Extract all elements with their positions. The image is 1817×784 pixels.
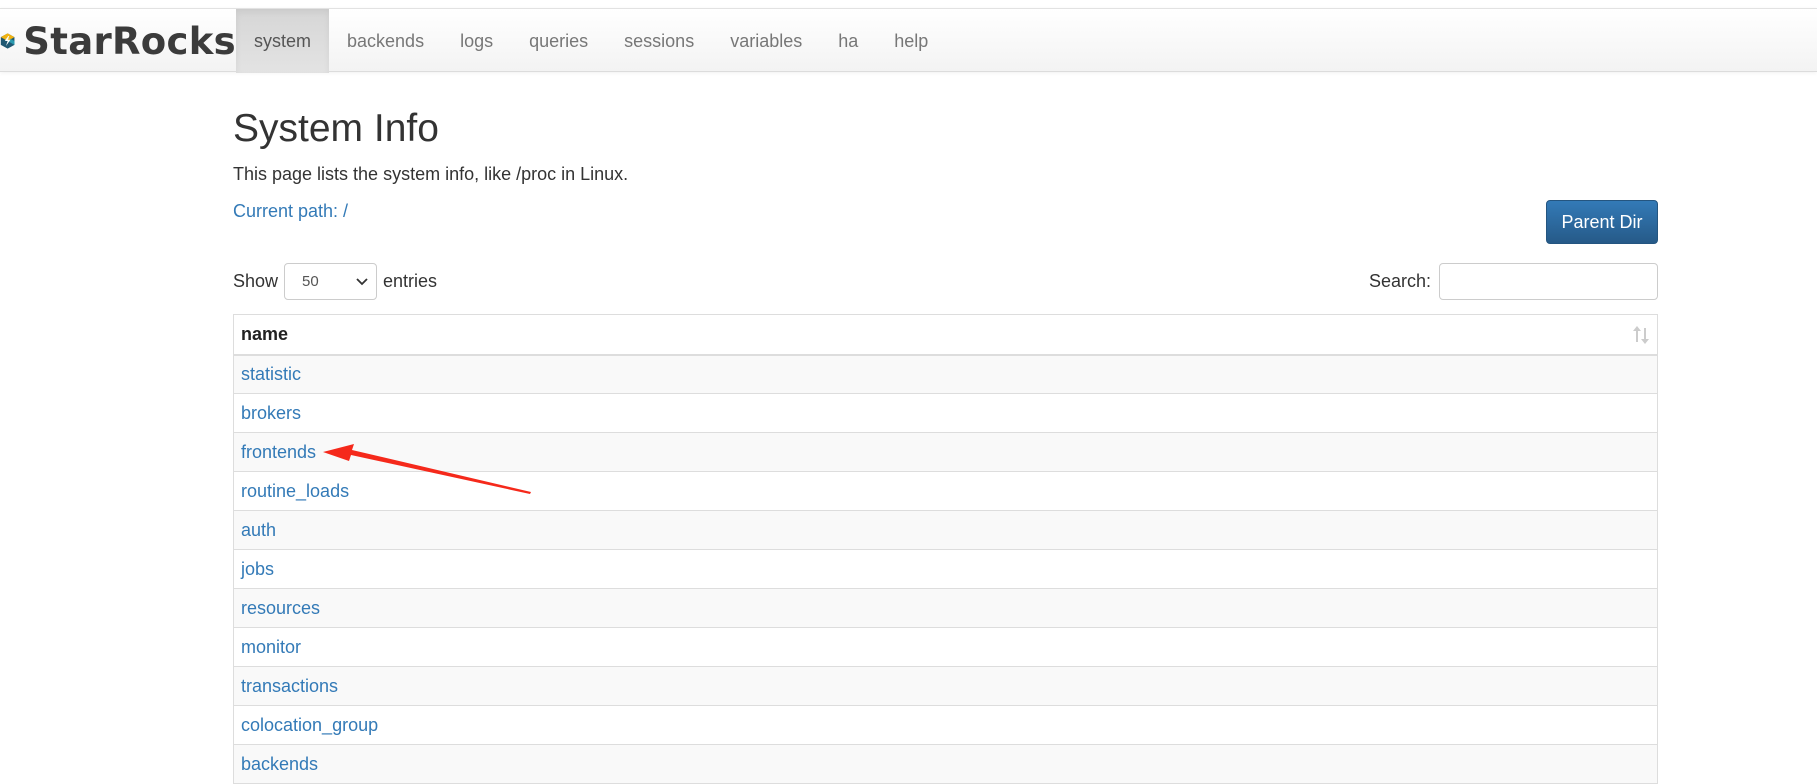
nav-item-queries[interactable]: queries (511, 9, 606, 73)
nav-item-help[interactable]: help (876, 9, 946, 73)
row-link-auth[interactable]: auth (241, 520, 276, 540)
row-link-transactions[interactable]: transactions (241, 676, 338, 696)
row-link-resources[interactable]: resources (241, 598, 320, 618)
entries-label: entries (383, 271, 438, 291)
row-link-colocation-group[interactable]: colocation_group (241, 715, 378, 735)
row-link-monitor[interactable]: monitor (241, 637, 301, 657)
nav-item-backends[interactable]: backends (329, 9, 442, 73)
row-link-jobs[interactable]: jobs (241, 559, 274, 579)
table-row: brokers (233, 393, 1658, 433)
show-label: Show (233, 271, 279, 291)
page-length-select[interactable]: 50 (284, 263, 378, 300)
page-title: System Info (233, 107, 439, 150)
nav-item-system[interactable]: system (236, 9, 330, 73)
table-row: transactions (233, 666, 1658, 706)
table-cell: frontends (233, 432, 1658, 472)
row-link-routine-loads[interactable]: routine_loads (241, 481, 349, 501)
table-row: statistic (233, 354, 1658, 394)
row-link-statistic[interactable]: statistic (241, 364, 301, 384)
table-header-row: name (233, 314, 1658, 356)
table-cell: jobs (233, 549, 1658, 589)
parent-dir-button[interactable]: Parent Dir (1546, 200, 1658, 244)
table-cell: backends (233, 744, 1658, 784)
search-label: Search: (1368, 271, 1431, 291)
row-link-backends[interactable]: backends (241, 754, 318, 774)
brand[interactable]: StarRocks (0, 9, 236, 73)
table-row: colocation_group (233, 705, 1658, 745)
main-nav: system backends logs queries sessions va… (236, 9, 946, 73)
starrocks-logo-icon (0, 33, 15, 49)
table-cell: statistic (233, 354, 1658, 394)
nav-item-logs[interactable]: logs (442, 9, 511, 73)
table-row: auth (233, 510, 1658, 550)
search-control: Search: (1369, 263, 1658, 300)
column-header-label: name (241, 323, 289, 344)
current-path: Current path: / (233, 201, 349, 221)
nav-item-ha[interactable]: ha (820, 9, 876, 73)
table-row: frontends (233, 432, 1658, 472)
table-row: monitor (233, 627, 1658, 667)
nav-item-sessions[interactable]: sessions (606, 9, 712, 73)
row-link-frontends[interactable]: frontends (241, 442, 316, 462)
table-cell: monitor (233, 627, 1658, 667)
brand-name: StarRocks (23, 19, 236, 63)
table-row: jobs (233, 549, 1658, 589)
page-length-control: Show 50 entries (233, 263, 437, 300)
table-row: routine_loads (233, 471, 1658, 511)
row-link-brokers[interactable]: brokers (241, 403, 301, 423)
sort-both-icon (1633, 326, 1649, 344)
system-info-table: name statistic brokers frontends routine… (233, 314, 1658, 784)
table-row: backends (233, 744, 1658, 784)
top-navbar: StarRocks system backends logs queries s… (0, 8, 1817, 73)
search-input[interactable] (1439, 263, 1658, 300)
table-cell: auth (233, 510, 1658, 550)
table-cell: colocation_group (233, 705, 1658, 745)
table-cell: routine_loads (233, 471, 1658, 511)
column-header-name[interactable]: name (233, 314, 1658, 356)
table-row: resources (233, 588, 1658, 628)
table-cell: resources (233, 588, 1658, 628)
page-length-value: 50 (302, 273, 319, 290)
table-cell: brokers (233, 393, 1658, 433)
chevron-down-icon (356, 277, 368, 285)
table-cell: transactions (233, 666, 1658, 706)
page-description: This page lists the system info, like /p… (233, 164, 629, 184)
nav-item-variables[interactable]: variables (712, 9, 820, 73)
